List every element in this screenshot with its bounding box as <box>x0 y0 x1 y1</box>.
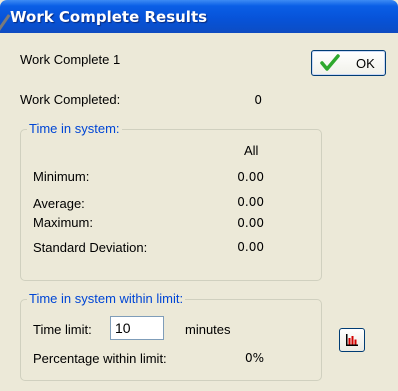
average-value: 0.00 <box>237 195 264 209</box>
item-name: Work Complete 1 <box>20 52 121 67</box>
bar-chart-icon <box>346 334 358 346</box>
ok-button[interactable]: OK <box>311 50 386 76</box>
checkmark-icon <box>320 54 340 75</box>
window-title: Work Complete Results <box>10 8 208 26</box>
average-label: Average: <box>33 196 85 211</box>
results-window: Work Complete Results Work Complete 1 OK… <box>0 0 398 391</box>
ok-button-label: OK <box>356 56 375 71</box>
minimum-value: 0.00 <box>237 170 264 184</box>
work-completed-value: 0 <box>254 93 262 107</box>
work-completed-label: Work Completed: <box>20 92 121 107</box>
percentage-value: 0% <box>244 351 264 365</box>
chart-button[interactable] <box>339 328 365 352</box>
maximum-value: 0.00 <box>237 216 264 230</box>
time-in-system-legend: Time in system: <box>27 121 122 136</box>
time-limit-input[interactable] <box>110 316 164 340</box>
time-limit-legend: Time in system within limit: <box>27 291 186 306</box>
time-limit-group: Time in system within limit: <box>20 291 322 381</box>
percentage-label: Percentage within limit: <box>33 351 167 366</box>
title-bar[interactable]: Work Complete Results <box>0 0 398 33</box>
minimum-label: Minimum: <box>33 169 90 184</box>
maximum-label: Maximum: <box>33 215 93 230</box>
standard-deviation-value: 0.00 <box>237 240 264 254</box>
column-header-all: All <box>244 143 259 158</box>
standard-deviation-label: Standard Deviation: <box>33 240 148 255</box>
time-limit-unit: minutes <box>185 322 231 337</box>
time-limit-label: Time limit: <box>33 322 92 337</box>
